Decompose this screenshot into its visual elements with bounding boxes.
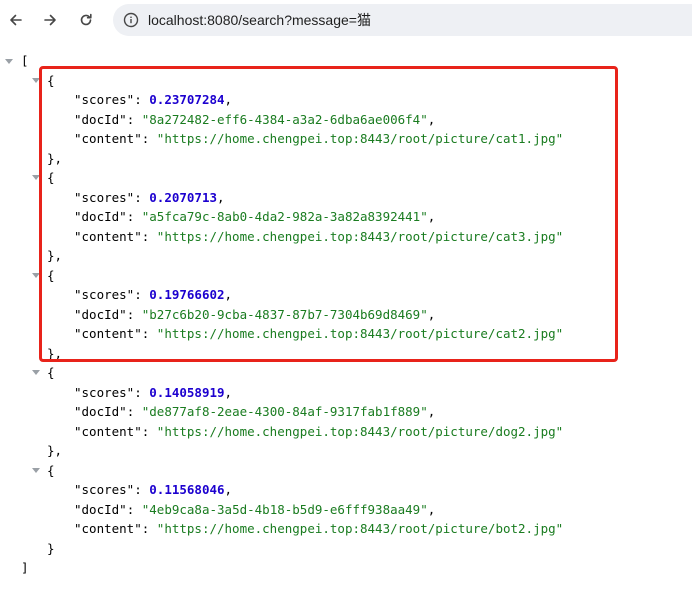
json-entry-scores: "scores": 0.11568046, bbox=[74, 482, 233, 497]
open-brace: { bbox=[47, 365, 55, 380]
json-entry-content: "content": "https://home.chengpei.top:84… bbox=[74, 424, 564, 439]
content-value: https://home.chengpei.top:8443/root/pict… bbox=[164, 424, 556, 439]
content-value: https://home.chengpei.top:8443/root/pict… bbox=[164, 521, 556, 536]
score-value: 0.11568046 bbox=[149, 482, 225, 497]
close-brace: } bbox=[47, 541, 55, 556]
score-value: 0.14058919 bbox=[149, 385, 225, 400]
collapse-toggle[interactable] bbox=[32, 370, 40, 375]
open-brace: { bbox=[47, 463, 55, 478]
json-entry-docid: "docId": "de877af8-2eae-4300-84af-9317fa… bbox=[74, 404, 436, 419]
highlight-box bbox=[39, 66, 618, 362]
docid-value: de877af8-2eae-4300-84af-9317fab1f889 bbox=[149, 404, 421, 419]
json-entry-content: "content": "https://home.chengpei.top:84… bbox=[74, 521, 564, 536]
json-entry-scores: "scores": 0.14058919, bbox=[74, 385, 233, 400]
close-bracket: ] bbox=[21, 560, 29, 575]
collapse-toggle[interactable] bbox=[5, 59, 13, 64]
open-bracket: [ bbox=[21, 53, 29, 68]
collapse-toggle[interactable] bbox=[32, 468, 40, 473]
json-entry-docid: "docId": "4eb9ca8a-3a5d-4b18-b5d9-e6fff9… bbox=[74, 502, 436, 517]
docid-value: 4eb9ca8a-3a5d-4b18-b5d9-e6fff938aa49 bbox=[149, 502, 421, 517]
close-brace: }, bbox=[47, 443, 63, 458]
